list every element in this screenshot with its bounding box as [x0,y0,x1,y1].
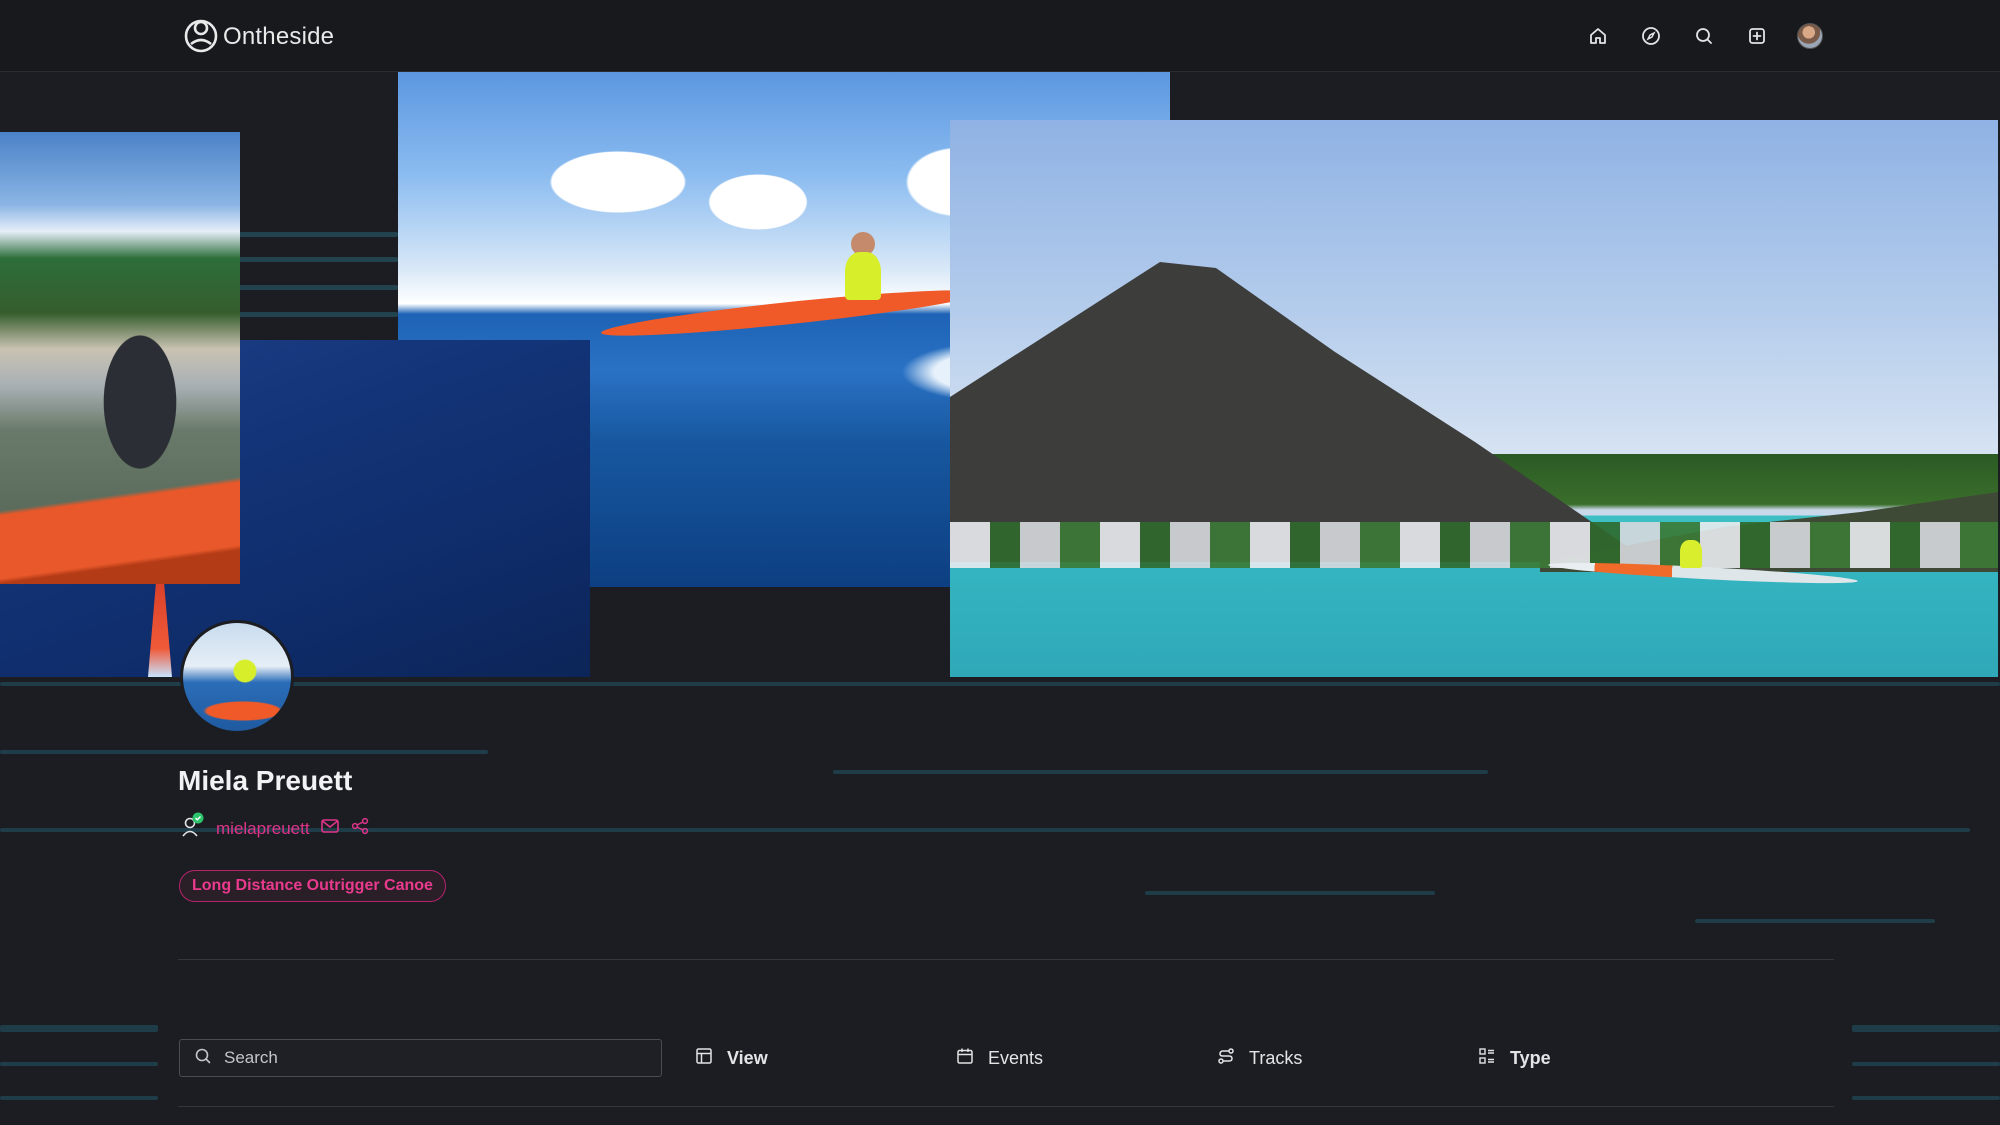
route-icon [1217,1047,1235,1070]
decor-line [833,770,1488,774]
collage-gap [590,587,950,677]
type-button[interactable]: Type [1478,1043,1551,1073]
decor-line [0,682,2000,686]
add-square-icon[interactable] [1739,18,1775,54]
brand-name: Ontheside [223,22,335,50]
cover-photo-collage [0,72,2000,677]
decor-line [1852,1025,2000,1032]
tracks-label: Tracks [1249,1047,1303,1068]
search-icon[interactable] [1686,18,1722,54]
cover-photo-beach [0,132,240,584]
decor-streak [238,257,398,262]
top-nav-bar: Ontheside [0,0,2000,72]
list-type-icon [1478,1047,1496,1070]
decor-line [1145,891,1435,895]
decor-line [0,750,488,754]
shoreline-shape [950,522,1998,568]
paddler-shape [1680,540,1702,568]
decor-streak [238,285,398,290]
tracks-button[interactable]: Tracks [1217,1043,1302,1073]
search-field[interactable] [179,1039,662,1077]
events-button[interactable]: Events [956,1043,1043,1073]
user-avatar-image [1797,23,1823,49]
home-icon[interactable] [1580,18,1616,54]
mail-icon[interactable] [320,817,340,840]
profile-handle-row: mielapreuett [180,812,370,845]
decor-line [1852,1062,2000,1066]
compass-icon[interactable] [1633,18,1669,54]
verified-user-icon [180,812,206,845]
events-label: Events [988,1047,1044,1068]
share-icon[interactable] [350,817,370,840]
profile-username[interactable]: mielapreuett [216,819,310,839]
search-icon [194,1047,212,1070]
section-divider [178,959,1834,960]
nav-icon-group [1580,18,1828,54]
decor-line [0,1062,158,1066]
user-avatar[interactable] [1792,18,1828,54]
profile-page: Ontheside Miela Preuett mielapreuett Lon… [0,0,2000,1125]
brand-logo[interactable]: Ontheside [183,14,334,59]
profile-name: Miela Preuett [178,765,353,796]
toolbar-divider [178,1106,1834,1107]
view-label: View [727,1047,768,1068]
view-button[interactable]: View [695,1043,768,1073]
decor-line [0,1096,158,1100]
decor-streak [238,232,398,237]
profile-avatar[interactable] [180,620,294,734]
type-label: Type [1510,1047,1551,1068]
paddler-shape [845,252,881,300]
sport-tag[interactable]: Long Distance Outrigger Canoe [179,870,446,902]
decor-streak [238,312,398,317]
decor-line [1852,1096,2000,1100]
decor-line [1695,919,1935,923]
search-input[interactable] [224,1048,644,1068]
logo-icon [183,14,219,59]
decor-line [0,1025,158,1032]
layout-icon [695,1047,713,1070]
calendar-icon [956,1047,974,1070]
